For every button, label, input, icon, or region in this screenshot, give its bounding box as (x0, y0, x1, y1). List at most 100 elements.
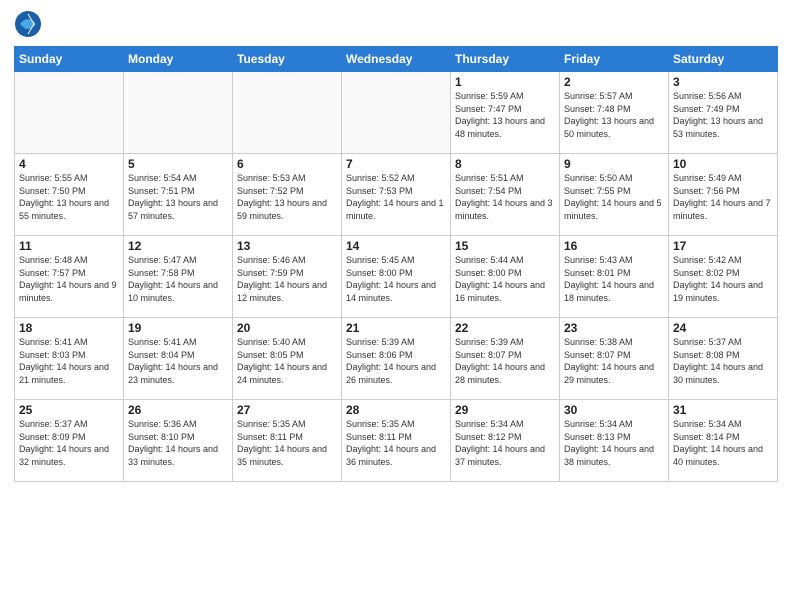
day-number: 7 (346, 157, 446, 171)
calendar-cell: 14Sunrise: 5:45 AM Sunset: 8:00 PM Dayli… (342, 236, 451, 318)
day-info: Sunrise: 5:45 AM Sunset: 8:00 PM Dayligh… (346, 254, 446, 304)
day-info: Sunrise: 5:39 AM Sunset: 8:07 PM Dayligh… (455, 336, 555, 386)
day-number: 24 (673, 321, 773, 335)
day-info: Sunrise: 5:40 AM Sunset: 8:05 PM Dayligh… (237, 336, 337, 386)
calendar-cell: 4Sunrise: 5:55 AM Sunset: 7:50 PM Daylig… (15, 154, 124, 236)
calendar-cell (342, 72, 451, 154)
day-info: Sunrise: 5:46 AM Sunset: 7:59 PM Dayligh… (237, 254, 337, 304)
day-number: 10 (673, 157, 773, 171)
header (14, 10, 778, 38)
day-number: 19 (128, 321, 228, 335)
day-number: 22 (455, 321, 555, 335)
logo-icon (14, 10, 42, 38)
day-info: Sunrise: 5:52 AM Sunset: 7:53 PM Dayligh… (346, 172, 446, 222)
day-info: Sunrise: 5:41 AM Sunset: 8:04 PM Dayligh… (128, 336, 228, 386)
calendar-cell: 22Sunrise: 5:39 AM Sunset: 8:07 PM Dayli… (451, 318, 560, 400)
day-info: Sunrise: 5:51 AM Sunset: 7:54 PM Dayligh… (455, 172, 555, 222)
day-info: Sunrise: 5:36 AM Sunset: 8:10 PM Dayligh… (128, 418, 228, 468)
day-number: 23 (564, 321, 664, 335)
calendar-cell: 29Sunrise: 5:34 AM Sunset: 8:12 PM Dayli… (451, 400, 560, 482)
calendar-cell (124, 72, 233, 154)
calendar-week-row: 4Sunrise: 5:55 AM Sunset: 7:50 PM Daylig… (15, 154, 778, 236)
day-number: 29 (455, 403, 555, 417)
calendar-week-row: 25Sunrise: 5:37 AM Sunset: 8:09 PM Dayli… (15, 400, 778, 482)
day-info: Sunrise: 5:49 AM Sunset: 7:56 PM Dayligh… (673, 172, 773, 222)
calendar-cell (233, 72, 342, 154)
day-number: 8 (455, 157, 555, 171)
logo (14, 10, 44, 38)
day-info: Sunrise: 5:48 AM Sunset: 7:57 PM Dayligh… (19, 254, 119, 304)
day-number: 17 (673, 239, 773, 253)
day-number: 31 (673, 403, 773, 417)
day-info: Sunrise: 5:54 AM Sunset: 7:51 PM Dayligh… (128, 172, 228, 222)
day-number: 16 (564, 239, 664, 253)
day-number: 26 (128, 403, 228, 417)
day-info: Sunrise: 5:59 AM Sunset: 7:47 PM Dayligh… (455, 90, 555, 140)
weekday-header: Thursday (451, 47, 560, 72)
day-number: 14 (346, 239, 446, 253)
calendar-cell: 11Sunrise: 5:48 AM Sunset: 7:57 PM Dayli… (15, 236, 124, 318)
calendar-cell: 15Sunrise: 5:44 AM Sunset: 8:00 PM Dayli… (451, 236, 560, 318)
day-number: 28 (346, 403, 446, 417)
calendar-cell: 3Sunrise: 5:56 AM Sunset: 7:49 PM Daylig… (669, 72, 778, 154)
day-info: Sunrise: 5:56 AM Sunset: 7:49 PM Dayligh… (673, 90, 773, 140)
calendar-cell: 24Sunrise: 5:37 AM Sunset: 8:08 PM Dayli… (669, 318, 778, 400)
calendar-cell: 5Sunrise: 5:54 AM Sunset: 7:51 PM Daylig… (124, 154, 233, 236)
calendar-cell: 25Sunrise: 5:37 AM Sunset: 8:09 PM Dayli… (15, 400, 124, 482)
day-info: Sunrise: 5:34 AM Sunset: 8:13 PM Dayligh… (564, 418, 664, 468)
weekday-header: Saturday (669, 47, 778, 72)
day-number: 15 (455, 239, 555, 253)
day-number: 18 (19, 321, 119, 335)
calendar-cell: 23Sunrise: 5:38 AM Sunset: 8:07 PM Dayli… (560, 318, 669, 400)
calendar-cell: 31Sunrise: 5:34 AM Sunset: 8:14 PM Dayli… (669, 400, 778, 482)
day-number: 20 (237, 321, 337, 335)
weekday-header: Monday (124, 47, 233, 72)
calendar-week-row: 1Sunrise: 5:59 AM Sunset: 7:47 PM Daylig… (15, 72, 778, 154)
calendar-cell: 30Sunrise: 5:34 AM Sunset: 8:13 PM Dayli… (560, 400, 669, 482)
calendar-cell: 7Sunrise: 5:52 AM Sunset: 7:53 PM Daylig… (342, 154, 451, 236)
day-info: Sunrise: 5:53 AM Sunset: 7:52 PM Dayligh… (237, 172, 337, 222)
calendar-cell: 27Sunrise: 5:35 AM Sunset: 8:11 PM Dayli… (233, 400, 342, 482)
weekday-header: Sunday (15, 47, 124, 72)
calendar-cell: 12Sunrise: 5:47 AM Sunset: 7:58 PM Dayli… (124, 236, 233, 318)
day-info: Sunrise: 5:50 AM Sunset: 7:55 PM Dayligh… (564, 172, 664, 222)
calendar-week-row: 18Sunrise: 5:41 AM Sunset: 8:03 PM Dayli… (15, 318, 778, 400)
day-number: 5 (128, 157, 228, 171)
calendar-cell (15, 72, 124, 154)
day-number: 27 (237, 403, 337, 417)
day-number: 2 (564, 75, 664, 89)
day-info: Sunrise: 5:42 AM Sunset: 8:02 PM Dayligh… (673, 254, 773, 304)
day-info: Sunrise: 5:35 AM Sunset: 8:11 PM Dayligh… (346, 418, 446, 468)
day-info: Sunrise: 5:44 AM Sunset: 8:00 PM Dayligh… (455, 254, 555, 304)
calendar-cell: 1Sunrise: 5:59 AM Sunset: 7:47 PM Daylig… (451, 72, 560, 154)
day-info: Sunrise: 5:37 AM Sunset: 8:09 PM Dayligh… (19, 418, 119, 468)
day-info: Sunrise: 5:34 AM Sunset: 8:14 PM Dayligh… (673, 418, 773, 468)
calendar-table: SundayMondayTuesdayWednesdayThursdayFrid… (14, 46, 778, 482)
day-number: 3 (673, 75, 773, 89)
calendar-cell: 9Sunrise: 5:50 AM Sunset: 7:55 PM Daylig… (560, 154, 669, 236)
day-info: Sunrise: 5:39 AM Sunset: 8:06 PM Dayligh… (346, 336, 446, 386)
calendar-cell: 19Sunrise: 5:41 AM Sunset: 8:04 PM Dayli… (124, 318, 233, 400)
calendar-cell: 20Sunrise: 5:40 AM Sunset: 8:05 PM Dayli… (233, 318, 342, 400)
day-number: 30 (564, 403, 664, 417)
day-number: 25 (19, 403, 119, 417)
calendar-week-row: 11Sunrise: 5:48 AM Sunset: 7:57 PM Dayli… (15, 236, 778, 318)
weekday-header: Tuesday (233, 47, 342, 72)
calendar-cell: 26Sunrise: 5:36 AM Sunset: 8:10 PM Dayli… (124, 400, 233, 482)
day-number: 9 (564, 157, 664, 171)
day-number: 12 (128, 239, 228, 253)
calendar-cell: 17Sunrise: 5:42 AM Sunset: 8:02 PM Dayli… (669, 236, 778, 318)
calendar-cell: 21Sunrise: 5:39 AM Sunset: 8:06 PM Dayli… (342, 318, 451, 400)
calendar-cell: 13Sunrise: 5:46 AM Sunset: 7:59 PM Dayli… (233, 236, 342, 318)
weekday-header-row: SundayMondayTuesdayWednesdayThursdayFrid… (15, 47, 778, 72)
day-info: Sunrise: 5:41 AM Sunset: 8:03 PM Dayligh… (19, 336, 119, 386)
day-number: 4 (19, 157, 119, 171)
calendar-cell: 18Sunrise: 5:41 AM Sunset: 8:03 PM Dayli… (15, 318, 124, 400)
calendar-cell: 10Sunrise: 5:49 AM Sunset: 7:56 PM Dayli… (669, 154, 778, 236)
calendar-cell: 16Sunrise: 5:43 AM Sunset: 8:01 PM Dayli… (560, 236, 669, 318)
day-info: Sunrise: 5:43 AM Sunset: 8:01 PM Dayligh… (564, 254, 664, 304)
day-number: 21 (346, 321, 446, 335)
day-info: Sunrise: 5:34 AM Sunset: 8:12 PM Dayligh… (455, 418, 555, 468)
weekday-header: Wednesday (342, 47, 451, 72)
calendar-page: SundayMondayTuesdayWednesdayThursdayFrid… (0, 0, 792, 612)
